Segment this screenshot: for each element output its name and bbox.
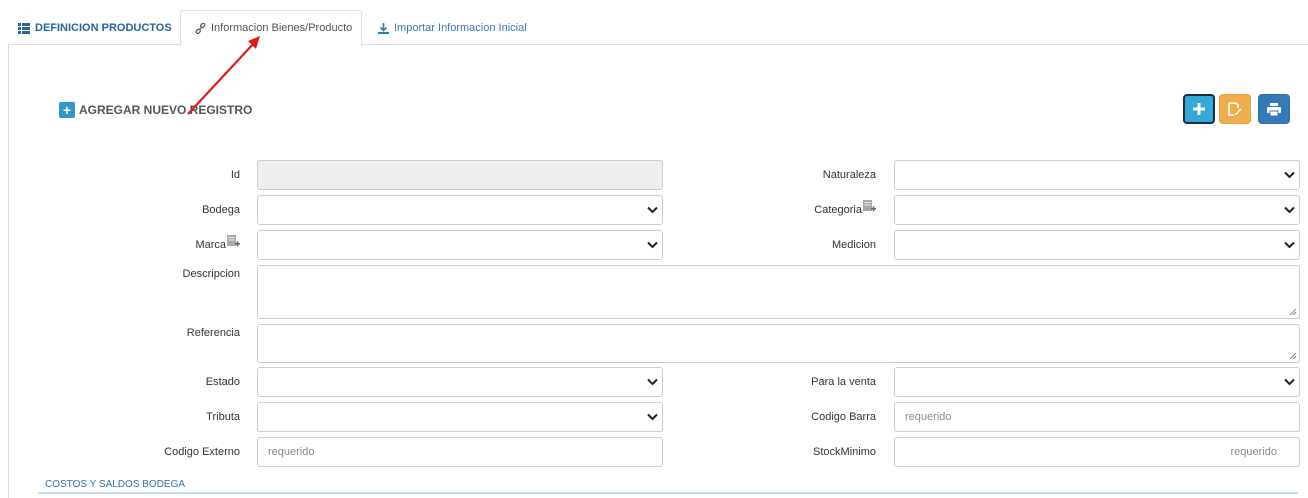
codigo-barra-input[interactable]: requerido xyxy=(894,402,1300,432)
section-divider xyxy=(38,492,1298,494)
para-venta-select[interactable] xyxy=(894,367,1300,397)
bodega-label: Bodega xyxy=(202,204,240,216)
add-document-icon[interactable] xyxy=(227,234,240,248)
referencia-textarea[interactable] xyxy=(257,324,1300,363)
plus-icon xyxy=(1193,103,1205,115)
resize-handle-icon[interactable] xyxy=(1289,352,1297,360)
resize-handle-icon[interactable] xyxy=(1289,308,1297,316)
print-icon xyxy=(1267,102,1281,116)
naturaleza-select[interactable] xyxy=(894,160,1300,190)
chevron-down-icon xyxy=(647,413,658,421)
chevron-down-icon xyxy=(647,378,658,386)
chevron-down-icon xyxy=(1284,171,1295,179)
tributa-select[interactable] xyxy=(257,402,663,432)
codigo-externo-label: Codigo Externo xyxy=(164,446,240,458)
naturaleza-label: Naturaleza xyxy=(822,169,876,181)
content-frame-border xyxy=(8,45,9,498)
descripcion-textarea[interactable] xyxy=(257,265,1300,319)
chevron-down-icon xyxy=(1284,206,1295,214)
id-field xyxy=(257,160,663,190)
marca-label-wrap: Marca xyxy=(160,230,240,260)
chevron-down-icon xyxy=(1284,241,1295,249)
print-button[interactable] xyxy=(1258,94,1290,124)
codigo-barra-label: Codigo Barra xyxy=(811,411,876,423)
codigo-externo-input[interactable]: requerido xyxy=(257,437,663,467)
estado-label: Estado xyxy=(205,376,240,388)
annotation-arrow xyxy=(187,36,260,115)
para-venta-label: Para la venta xyxy=(811,376,876,388)
estado-select[interactable] xyxy=(257,367,663,397)
marca-label: Marca xyxy=(195,239,226,251)
chevron-down-icon xyxy=(647,241,658,249)
tributa-label: Tributa xyxy=(206,411,240,423)
new-record-button[interactable] xyxy=(1183,94,1215,124)
bodega-select[interactable] xyxy=(257,195,663,225)
categoria-select[interactable] xyxy=(894,195,1300,225)
medicion-label: Medicion xyxy=(831,239,876,251)
stock-minimo-label: StockMinimo xyxy=(813,446,876,458)
medicion-select[interactable] xyxy=(894,230,1300,260)
descripcion-label: Descripcion xyxy=(182,268,240,280)
save-edit-icon xyxy=(1228,102,1242,116)
marca-select[interactable] xyxy=(257,230,663,260)
id-label: Id xyxy=(230,169,240,181)
categoria-label-wrap: Categoria xyxy=(776,195,876,225)
referencia-label: Referencia xyxy=(186,327,240,339)
download-icon xyxy=(378,22,389,34)
section-title-costos[interactable]: COSTOS Y SALDOS BODEGA xyxy=(45,479,185,490)
tab-importar-informacion[interactable]: Importar Informacion Inicial xyxy=(378,11,527,45)
stock-minimo-input[interactable]: requerido xyxy=(894,437,1300,467)
tab-label: Importar Informacion Inicial xyxy=(394,22,527,34)
tab-label: DEFINICION PRODUCTOS xyxy=(35,22,172,34)
save-button[interactable] xyxy=(1219,94,1251,124)
list-icon xyxy=(18,22,30,34)
plus-square-icon: + xyxy=(59,102,75,118)
add-document-icon[interactable] xyxy=(863,199,876,213)
chevron-down-icon xyxy=(1284,378,1295,386)
chevron-down-icon xyxy=(647,206,658,214)
categoria-label: Categoria xyxy=(814,204,862,216)
tab-definicion-productos[interactable]: DEFINICION PRODUCTOS xyxy=(18,11,172,45)
